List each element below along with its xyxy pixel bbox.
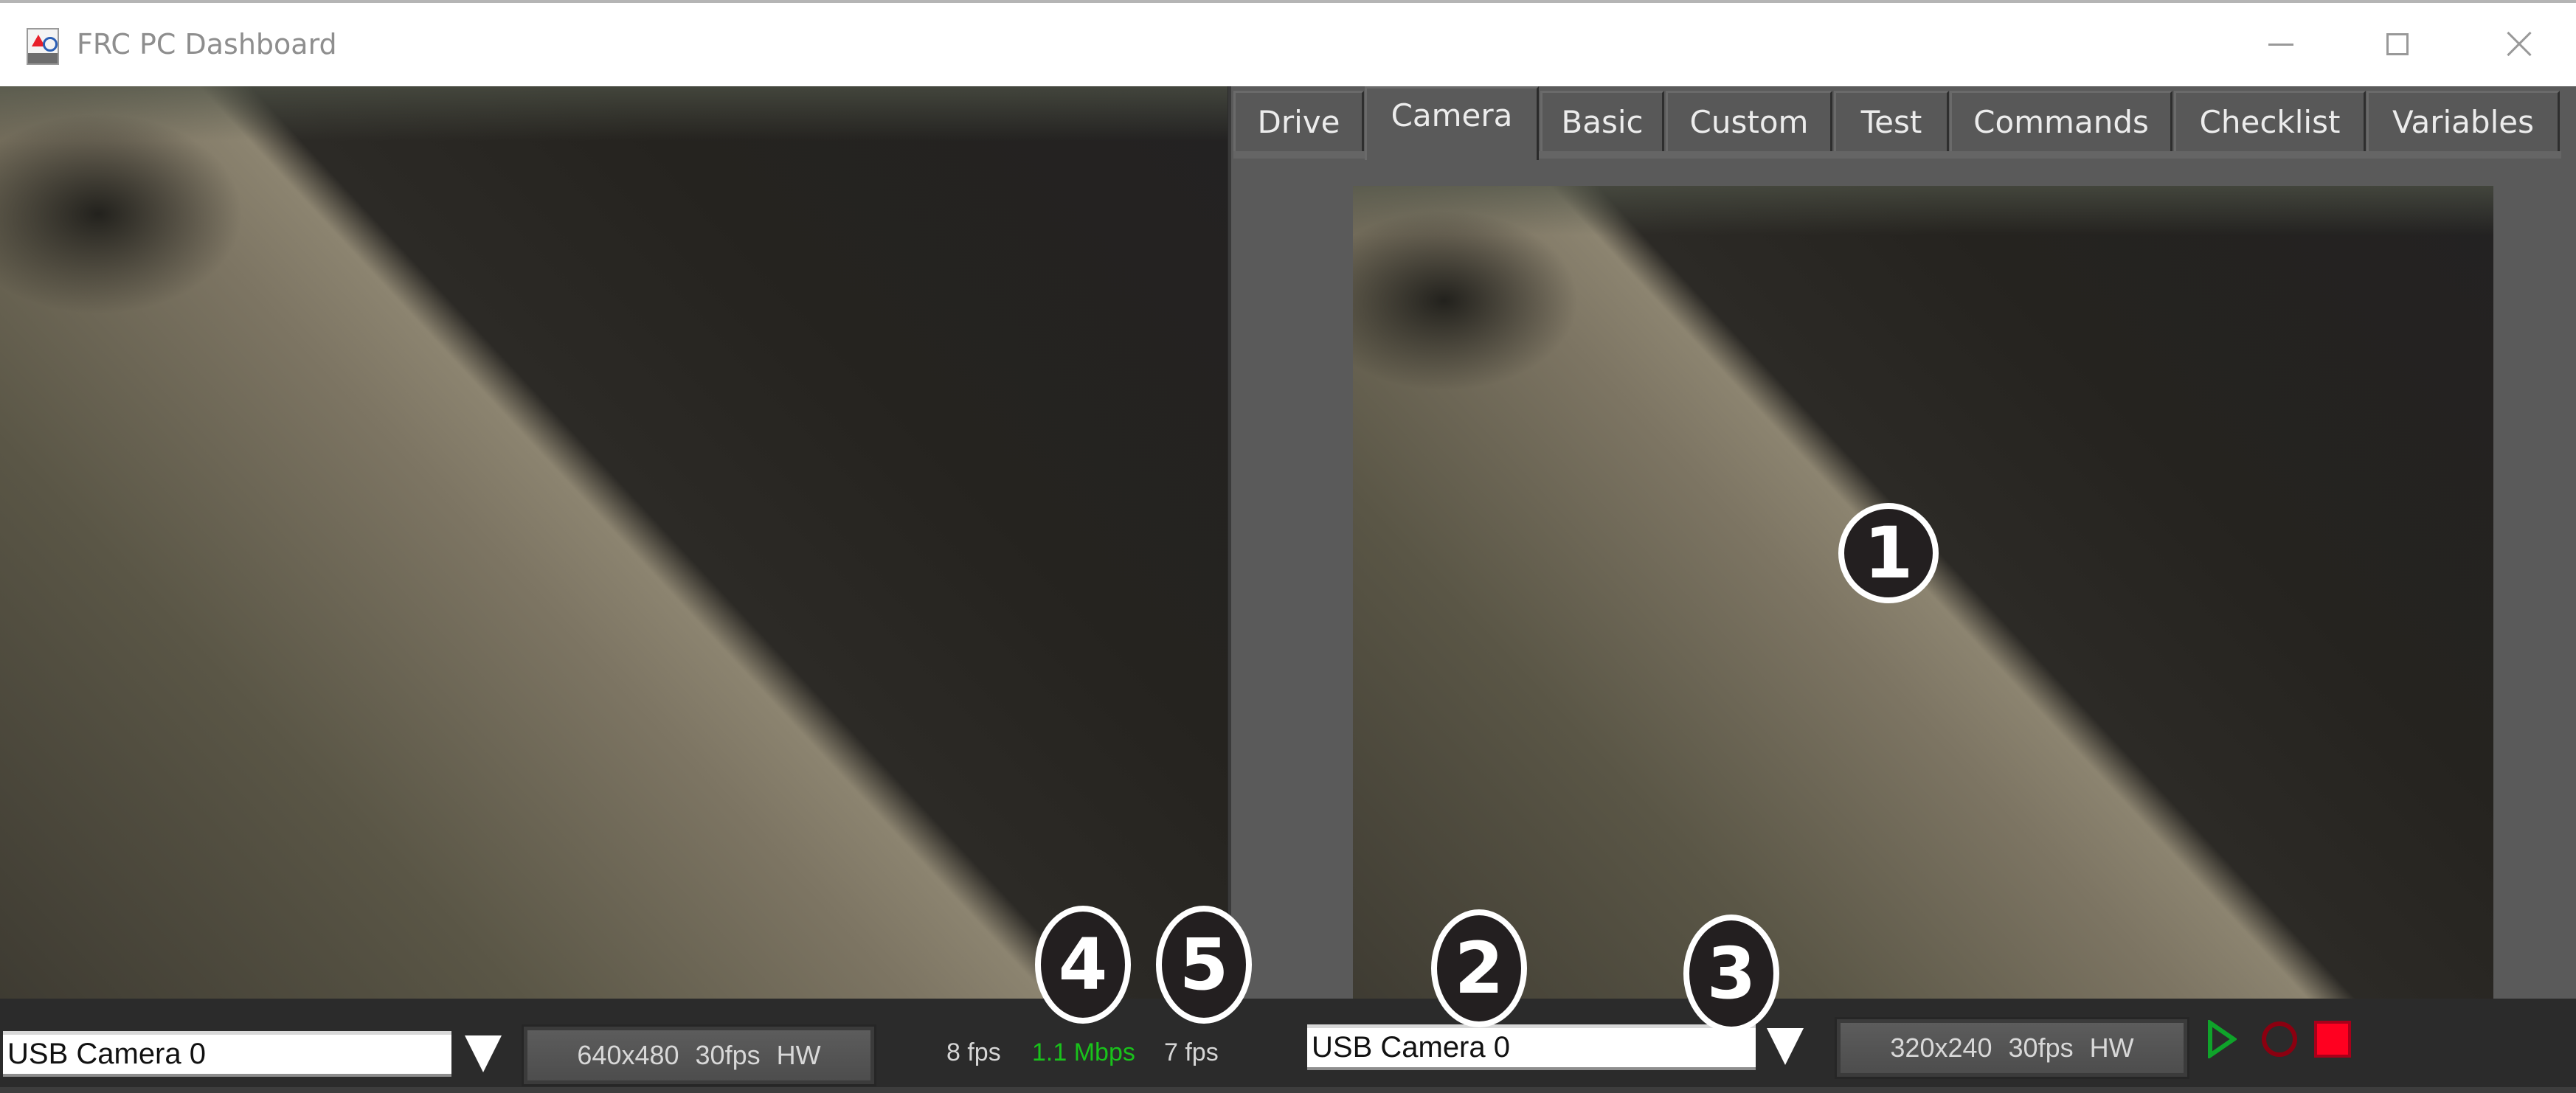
right-fps-readout: 7 fps bbox=[1164, 1038, 1219, 1066]
right-camera-mode-button[interactable]: 320x240 30fps HW bbox=[1835, 1017, 2189, 1079]
callout-4: 4 bbox=[1035, 906, 1131, 1024]
right-camera-feed bbox=[1353, 186, 2493, 1007]
window-title: FRC PC Dashboard bbox=[77, 28, 337, 60]
left-camera-dropdown-arrow-icon[interactable] bbox=[465, 1035, 502, 1072]
minimize-button[interactable] bbox=[2237, 15, 2325, 74]
bandwidth-readout: 1.1 Mbps bbox=[1032, 1038, 1135, 1066]
left-fps-readout: 8 fps bbox=[946, 1038, 1001, 1066]
right-camera-dropdown-arrow-icon[interactable] bbox=[1767, 1028, 1804, 1065]
tab-variables[interactable]: Variables bbox=[2366, 91, 2560, 151]
left-camera-feed bbox=[0, 86, 1228, 999]
callout-3: 3 bbox=[1683, 915, 1779, 1033]
bottom-border bbox=[0, 1087, 2576, 1093]
stop-button[interactable] bbox=[2313, 1020, 2352, 1058]
play-icon bbox=[2208, 1020, 2237, 1058]
minimize-icon bbox=[2268, 43, 2293, 46]
record-icon bbox=[2262, 1021, 2297, 1057]
stop-icon bbox=[2314, 1021, 2351, 1058]
left-camera-source-input[interactable]: USB Camera 0 bbox=[3, 1031, 451, 1077]
record-button[interactable] bbox=[2260, 1020, 2299, 1058]
tab-basic[interactable]: Basic bbox=[1540, 91, 1664, 151]
callout-5: 5 bbox=[1156, 906, 1252, 1024]
title-bar bbox=[0, 0, 2576, 86]
maximize-button[interactable] bbox=[2353, 15, 2442, 74]
tab-drive[interactable]: Drive bbox=[1233, 91, 1364, 151]
callout-1: 1 bbox=[1838, 503, 1939, 603]
left-camera-mode-button[interactable]: 640x480 30fps HW bbox=[522, 1024, 876, 1086]
close-button[interactable] bbox=[2475, 15, 2563, 74]
tab-camera[interactable]: Camera bbox=[1365, 86, 1539, 160]
callout-2: 2 bbox=[1431, 909, 1527, 1027]
tab-checklist[interactable]: Checklist bbox=[2174, 91, 2366, 151]
tab-test[interactable]: Test bbox=[1834, 91, 1949, 151]
maximize-icon bbox=[2386, 33, 2409, 55]
right-camera-source-input[interactable]: USB Camera 0 bbox=[1307, 1024, 1756, 1070]
frc-logo-icon bbox=[27, 28, 59, 65]
close-icon bbox=[2507, 32, 2532, 57]
tab-commands[interactable]: Commands bbox=[1950, 91, 2172, 151]
tab-custom[interactable]: Custom bbox=[1666, 91, 1832, 151]
play-button[interactable] bbox=[2207, 1020, 2237, 1058]
